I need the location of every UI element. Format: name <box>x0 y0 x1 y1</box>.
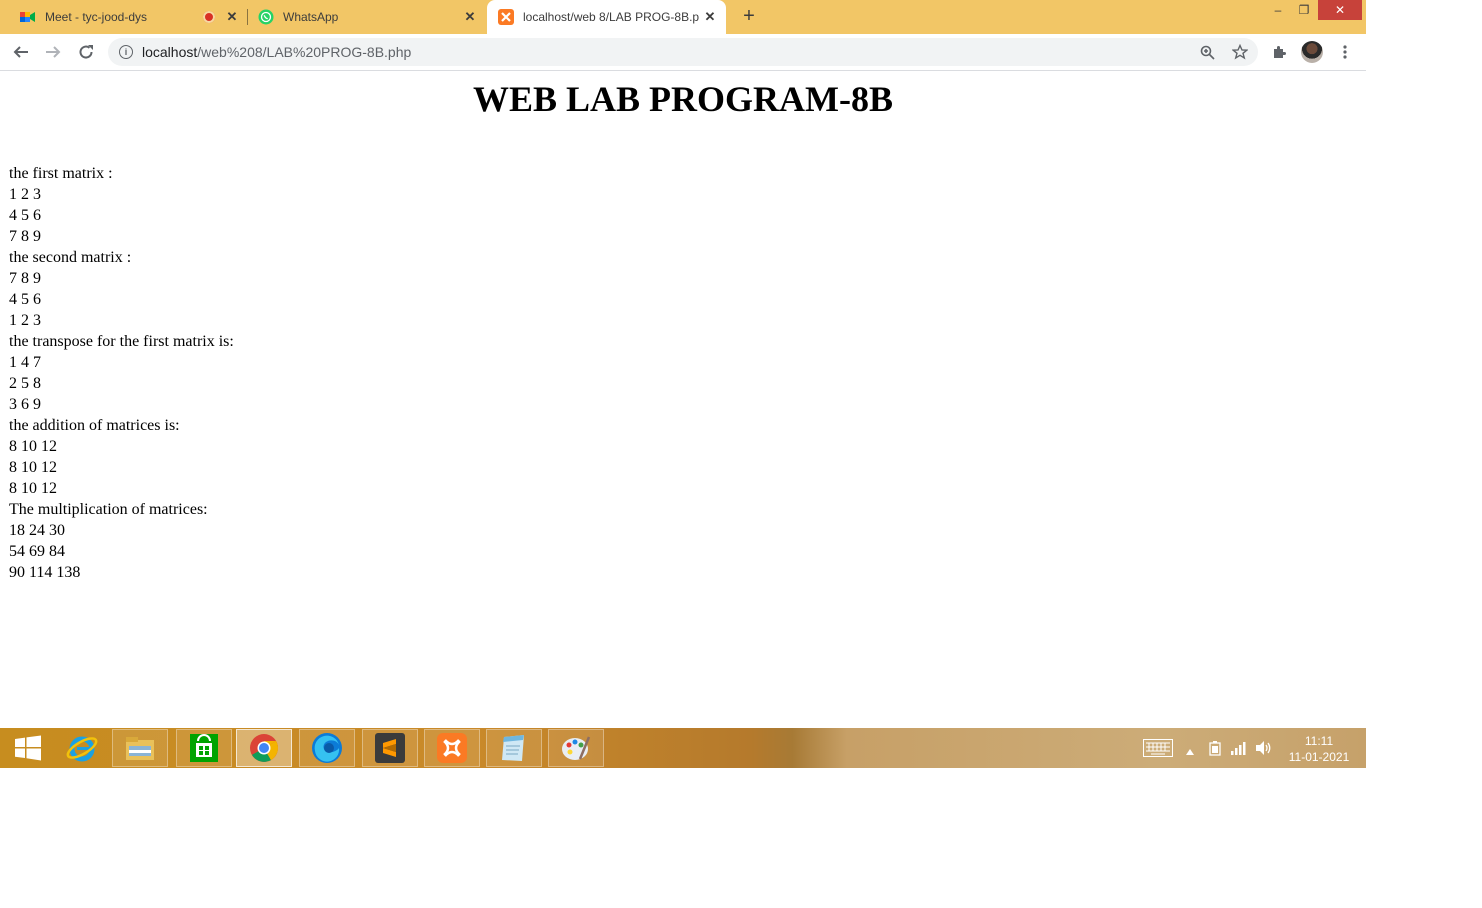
clock-date: 11-01-2021 <box>1288 750 1350 764</box>
close-window-button[interactable]: ✕ <box>1318 0 1362 20</box>
sublime-text-button[interactable] <box>362 729 418 767</box>
xampp-button[interactable] <box>424 729 480 767</box>
reload-button[interactable] <box>74 40 98 64</box>
puzzle-icon <box>1274 46 1286 58</box>
network-signal-icon[interactable] <box>1230 740 1248 761</box>
forward-arrow-icon <box>46 46 61 58</box>
internet-explorer-button[interactable] <box>54 729 110 767</box>
edge-icon <box>312 733 342 763</box>
paint-button[interactable] <box>548 729 604 767</box>
output-line: the first matrix : <box>9 165 113 182</box>
file-explorer-icon <box>126 737 154 760</box>
close-icon[interactable]: ✕ <box>462 9 478 25</box>
xampp-icon <box>437 733 467 763</box>
windows-store-icon <box>190 734 218 762</box>
restore-button[interactable]: ❐ <box>1294 0 1314 20</box>
tab-title: WhatsApp <box>283 10 339 24</box>
output-line: 4 5 6 <box>9 207 41 224</box>
new-tab-button[interactable]: + <box>739 6 759 26</box>
chrome-icon <box>250 734 278 762</box>
output-line: 1 4 7 <box>9 354 41 371</box>
whatsapp-icon <box>258 9 274 25</box>
output-line: The multiplication of matrices: <box>9 501 208 518</box>
output-line: 18 24 30 <box>9 522 65 539</box>
profile-avatar[interactable] <box>1300 40 1324 64</box>
address-bar[interactable]: i localhost/web%208/LAB%20PROG-8B.php <box>108 38 1258 66</box>
file-explorer-button[interactable] <box>112 729 168 767</box>
close-icon[interactable]: ✕ <box>224 9 240 25</box>
start-button[interactable] <box>0 729 56 767</box>
tab-title: localhost/web 8/LAB PROG-8B.php <box>523 10 699 24</box>
output-line: 2 5 8 <box>9 375 41 392</box>
sublime-text-icon <box>375 733 405 763</box>
output-line: 7 8 9 <box>9 270 41 287</box>
clock-time: 11:11 <box>1304 734 1334 748</box>
page-content: WEB LAB PROGRAM-8B the first matrix : 1 2… <box>0 71 1366 728</box>
zoom-icon[interactable] <box>1200 45 1215 65</box>
tab-localhost[interactable]: localhost/web 8/LAB PROG-8B.php ✕ <box>487 0 726 34</box>
output-line: 8 10 12 <box>9 480 57 497</box>
output-line: 1 2 3 <box>9 312 41 329</box>
system-clock[interactable]: 11:11 11-01-2021 <box>1276 733 1362 765</box>
battery-icon[interactable] <box>1207 740 1223 761</box>
tab-title: Meet - tyc-jood-dys <box>45 10 148 24</box>
forward-button[interactable] <box>41 40 65 64</box>
output-line: 54 69 84 <box>9 543 65 560</box>
back-arrow-icon <box>13 46 28 58</box>
browser-toolbar: i localhost/web%208/LAB%20PROG-8B.php <box>0 34 1366 71</box>
output-line: 3 6 9 <box>9 396 41 413</box>
program-output: the first matrix : 1 2 3 4 5 6 7 8 9 the sec… <box>9 163 234 583</box>
output-line: the second matrix : <box>9 249 132 266</box>
output-line: 7 8 9 <box>9 228 41 245</box>
notepad-icon <box>502 735 524 761</box>
url-text[interactable]: localhost/web%208/LAB%20PROG-8B.php <box>142 38 411 66</box>
touch-keyboard-icon[interactable] <box>1143 739 1173 762</box>
bookmark-star-icon[interactable] <box>1231 43 1249 65</box>
menu-button[interactable] <box>1333 40 1357 64</box>
output-line: the transpose for the first matrix is: <box>9 333 234 350</box>
start-icon <box>15 735 41 761</box>
internet-explorer-icon <box>66 736 98 762</box>
paint-icon <box>562 736 591 760</box>
back-button[interactable] <box>9 40 33 64</box>
kebab-menu-icon <box>1343 45 1347 59</box>
extensions-button[interactable] <box>1267 40 1291 64</box>
reload-icon <box>79 45 93 59</box>
info-icon[interactable]: i <box>119 45 133 59</box>
screen: Meet - tyc-jood-dys ✕ WhatsApp ✕ localho… <box>0 0 1366 768</box>
tab-whatsapp[interactable]: WhatsApp ✕ <box>248 0 486 34</box>
edge-button[interactable] <box>299 729 355 767</box>
show-hidden-icons-chevron-icon[interactable] <box>1185 743 1195 761</box>
minimize-button[interactable]: – <box>1268 0 1288 20</box>
output-line: 4 5 6 <box>9 291 41 308</box>
windows-store-button[interactable] <box>176 729 232 767</box>
url-path: /web%208/LAB%20PROG-8B.php <box>197 44 412 60</box>
output-line: 8 10 12 <box>9 459 57 476</box>
url-host: localhost <box>142 44 198 60</box>
chrome-button[interactable] <box>236 729 292 767</box>
avatar <box>1301 41 1323 63</box>
output-line: 8 10 12 <box>9 438 57 455</box>
volume-icon[interactable] <box>1255 740 1273 761</box>
google-meet-icon <box>20 9 36 25</box>
recording-icon <box>203 11 215 23</box>
xampp-icon <box>498 9 514 25</box>
page-title: WEB LAB PROGRAM-8B <box>472 79 893 119</box>
taskbar: 11:11 11-01-2021 <box>0 728 1366 768</box>
tab-meet[interactable]: Meet - tyc-jood-dys ✕ <box>0 0 246 34</box>
output-line: 90 114 138 <box>9 564 81 581</box>
notepad-button[interactable] <box>486 729 542 767</box>
close-icon[interactable]: ✕ <box>702 9 718 25</box>
output-line: the addition of matrices is: <box>9 417 180 434</box>
output-line: 1 2 3 <box>9 186 41 203</box>
tab-strip: Meet - tyc-jood-dys ✕ WhatsApp ✕ localho… <box>0 0 1366 34</box>
